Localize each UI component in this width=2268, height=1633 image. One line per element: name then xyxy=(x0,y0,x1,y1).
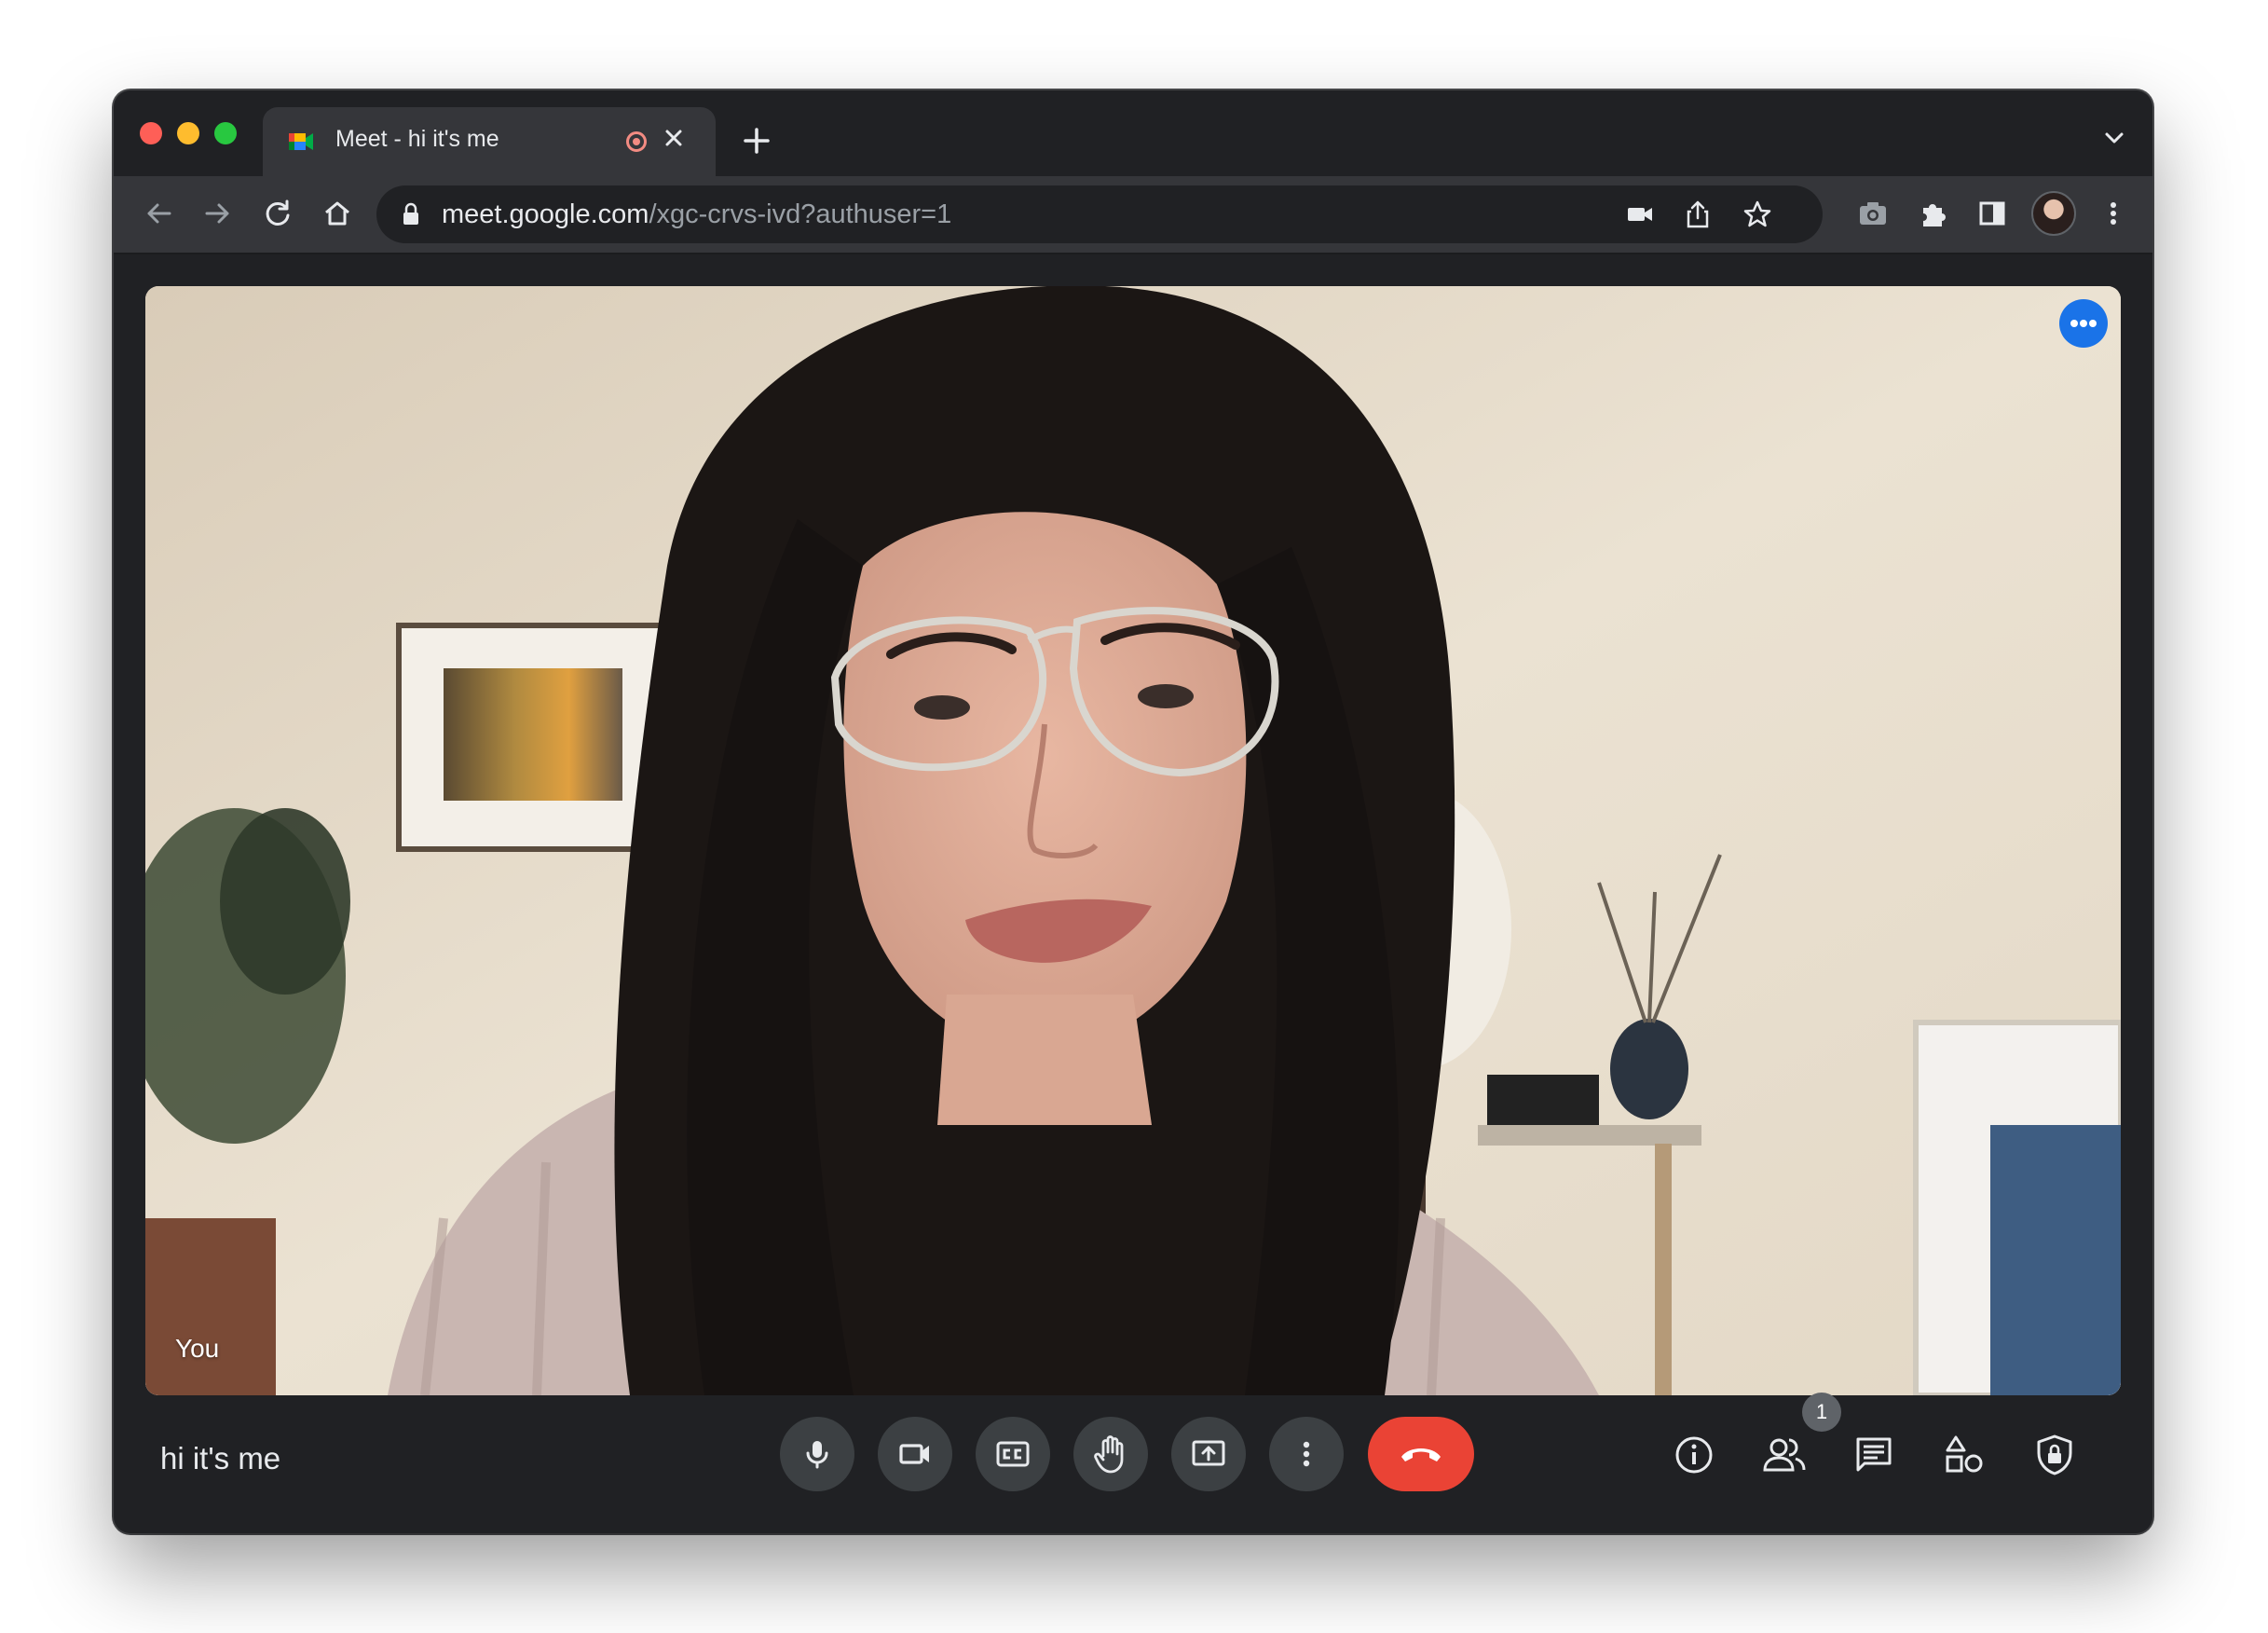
meeting-details-icon xyxy=(1675,1436,1713,1474)
tab-meet[interactable]: Meet - hi it's me xyxy=(263,107,716,176)
browser-menu-icon[interactable] xyxy=(2093,193,2134,234)
tab-strip: Meet - hi it's me xyxy=(114,90,2152,176)
screenshot-extension-icon[interactable] xyxy=(1852,193,1893,234)
browser-window: Meet - hi it's me meet.google.com/xgc-cr… xyxy=(114,90,2152,1533)
back-icon[interactable] xyxy=(138,193,179,234)
captions-button[interactable] xyxy=(976,1417,1050,1491)
raise-hand-icon xyxy=(1094,1435,1124,1474)
meet-area: You hi it's me 1 xyxy=(114,254,2152,1533)
address-bar[interactable]: meet.google.com/xgc-crvs-ivd?authuser=1 xyxy=(376,185,1823,243)
people-button[interactable] xyxy=(1760,1431,1809,1479)
camera-button[interactable] xyxy=(878,1417,952,1491)
more-horizontal-icon xyxy=(2070,320,2097,327)
close-tab-icon[interactable] xyxy=(658,122,690,154)
maximize-window-button[interactable] xyxy=(214,122,237,144)
people-icon xyxy=(1763,1438,1806,1472)
activities-icon xyxy=(1946,1435,1983,1473)
url-path: /xgc-crvs-ivd?authuser=1 xyxy=(649,199,952,229)
raise-hand-button[interactable] xyxy=(1073,1417,1148,1491)
profile-avatar[interactable] xyxy=(2031,191,2076,236)
present-screen-button[interactable] xyxy=(1171,1417,1246,1491)
activities-button[interactable] xyxy=(1940,1431,1988,1479)
camera-icon xyxy=(899,1444,929,1464)
host-controls-icon xyxy=(2037,1434,2072,1475)
tab-search-chevron-icon[interactable] xyxy=(2100,124,2128,152)
home-icon[interactable] xyxy=(317,193,358,234)
self-video-tile[interactable]: You xyxy=(145,286,2121,1395)
present-screen-icon xyxy=(1192,1440,1225,1466)
url-host: meet.google.com xyxy=(442,199,649,229)
recording-indicator-icon xyxy=(626,131,647,152)
end-call-icon xyxy=(1401,1448,1441,1461)
browser-toolbar: meet.google.com/xgc-crvs-ivd?authuser=1 xyxy=(114,176,2152,254)
microphone-icon xyxy=(806,1441,828,1469)
chat-button[interactable] xyxy=(1850,1431,1898,1479)
participant-count-badge: 1 xyxy=(1802,1393,1841,1432)
more-options-button[interactable] xyxy=(1269,1417,1344,1491)
new-tab-icon[interactable] xyxy=(740,124,773,158)
lock-icon[interactable] xyxy=(401,202,421,226)
microphone-button[interactable] xyxy=(780,1417,854,1491)
bookmark-star-icon[interactable] xyxy=(1737,194,1778,235)
extensions-puzzle-icon[interactable] xyxy=(1912,193,1953,234)
minimize-window-button[interactable] xyxy=(177,122,199,144)
more-options-icon xyxy=(1303,1441,1310,1467)
reload-icon[interactable] xyxy=(257,193,298,234)
forward-icon[interactable] xyxy=(198,193,239,234)
camera-video-feed xyxy=(145,286,2121,1395)
chat-icon xyxy=(1856,1437,1892,1472)
captions-icon xyxy=(996,1441,1030,1467)
close-window-button[interactable] xyxy=(140,122,162,144)
google-meet-favicon-icon xyxy=(289,133,313,150)
url-text: meet.google.com/xgc-crvs-ivd?authuser=1 xyxy=(442,199,951,230)
tile-more-options-button[interactable] xyxy=(2059,299,2108,348)
tab-title: Meet - hi it's me xyxy=(335,126,499,152)
meeting-details-button[interactable] xyxy=(1670,1431,1718,1479)
self-name-label: You xyxy=(175,1334,220,1363)
share-icon[interactable] xyxy=(1677,194,1718,235)
camera-in-use-icon[interactable] xyxy=(1619,194,1660,235)
meeting-name: hi it's me xyxy=(160,1441,281,1475)
end-call-button[interactable] xyxy=(1368,1417,1474,1491)
host-controls-button[interactable] xyxy=(2030,1431,2079,1479)
side-panel-icon[interactable] xyxy=(1972,193,2013,234)
